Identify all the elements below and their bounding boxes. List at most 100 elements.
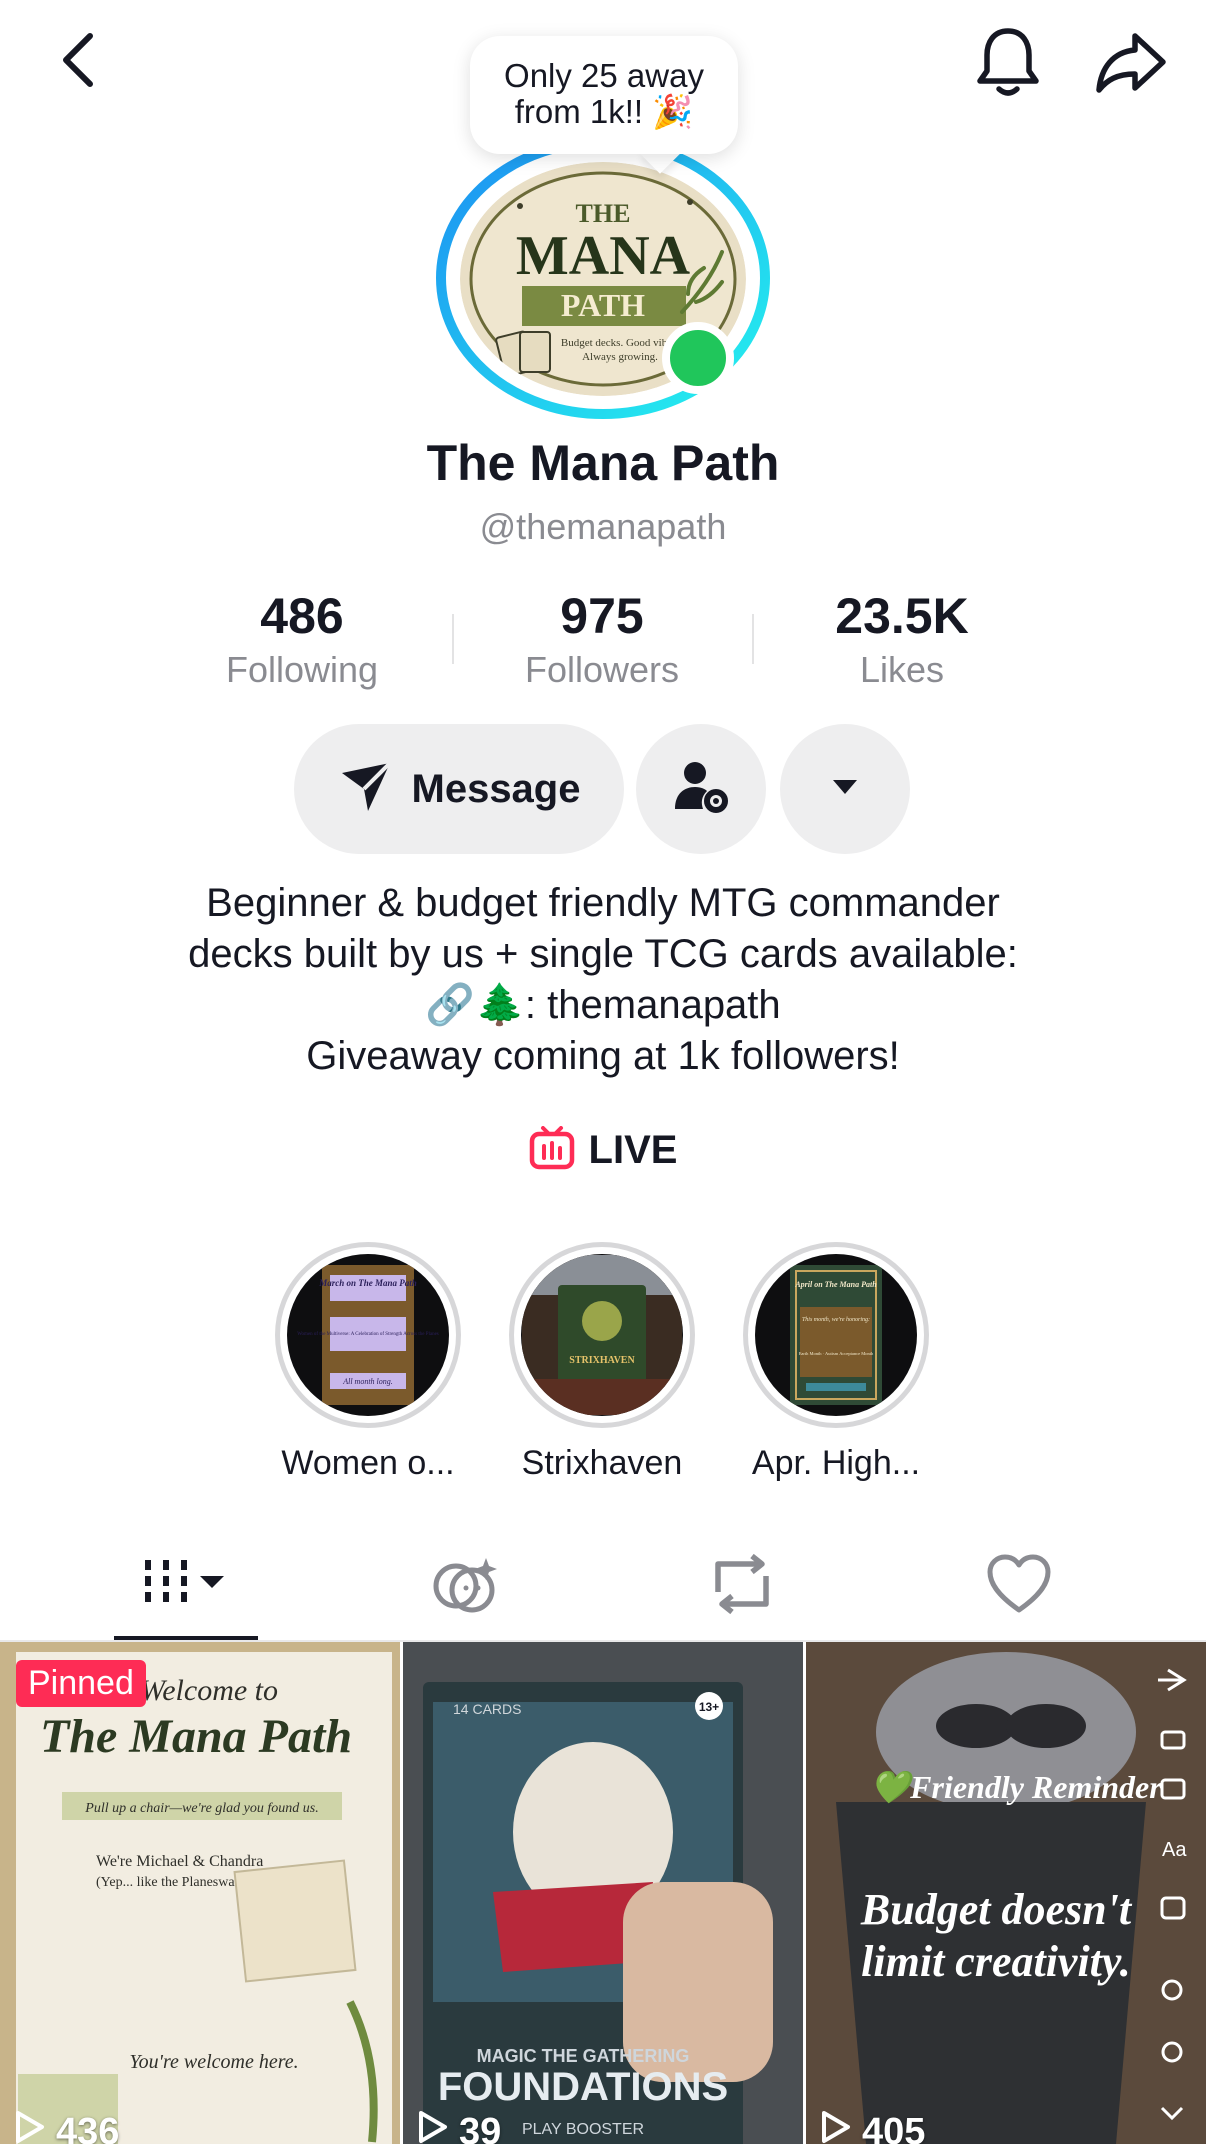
- online-status-dot: [662, 322, 734, 394]
- svg-text:You're welcome here.: You're welcome here.: [129, 2051, 298, 2073]
- svg-text:13+: 13+: [699, 1700, 719, 1714]
- svg-text:THE: THE: [576, 199, 631, 228]
- video-thumbnail: 14 CARDS 13+ MAGIC THE GATHERING FOUNDAT…: [403, 1642, 803, 2144]
- svg-text:limit creativity.: limit creativity.: [861, 1937, 1131, 1986]
- highlight-label: Strixhaven: [521, 1444, 683, 1482]
- message-button[interactable]: Message: [294, 724, 624, 854]
- svg-text:Aa: Aa: [1162, 1839, 1187, 1861]
- bio-line-2: decks built by us + single TCG cards ava…: [188, 932, 1018, 976]
- live-label: LIVE: [588, 1128, 678, 1172]
- repost-icon: [708, 1552, 776, 1621]
- video-thumbnail: Welcome to The Mana Path Pull up a chair…: [0, 1642, 400, 2144]
- sparkle-faces-icon: [430, 1552, 500, 1621]
- stat-label: Likes: [859, 649, 945, 690]
- tab-friends-content[interactable]: [390, 1536, 540, 1636]
- bio-line-3[interactable]: 🔗🌲: themanapath: [0, 980, 1206, 1031]
- profile-stats: 486 Following 975 Followers 23.5K Likes: [0, 586, 1206, 696]
- highlight-label: Apr. High...: [751, 1444, 921, 1482]
- tab-videos[interactable]: [111, 1536, 261, 1636]
- svg-text:MANA: MANA: [516, 225, 691, 287]
- svg-text:Pull up a chair—we're glad you: Pull up a chair—we're glad you found us.: [84, 1801, 318, 1816]
- tooltip-line-2: from 1k!! 🎉: [514, 93, 694, 130]
- play-icon: [820, 2110, 852, 2144]
- highlight-women[interactable]: March on The Mana Path Women of the Mult…: [248, 1242, 488, 1483]
- view-count-value: 436: [56, 2110, 120, 2144]
- svg-text:This month, we're honoring:: This month, we're honoring:: [802, 1317, 870, 1323]
- highlight-cover: March on The Mana Path Women of the Mult…: [275, 1242, 461, 1428]
- svg-text:FOUNDATIONS: FOUNDATIONS: [438, 2065, 728, 2109]
- content-tabs: [0, 1536, 1206, 1642]
- tooltip-line-1: Only 25 away: [504, 57, 704, 94]
- svg-text:PATH: PATH: [561, 287, 645, 323]
- svg-text:Budget doesn't: Budget doesn't: [860, 1885, 1133, 1934]
- stat-label: Followers: [524, 649, 680, 690]
- svg-text:14 CARDS: 14 CARDS: [453, 1701, 521, 1717]
- stat-label: Following: [225, 649, 379, 690]
- video-tile[interactable]: 💚Friendly Reminder Budget doesn't limit …: [806, 1642, 1206, 2144]
- stat-followers[interactable]: 975 Followers: [482, 586, 722, 692]
- profile-actions: Message: [0, 724, 1206, 854]
- pinned-badge: Pinned: [16, 1660, 146, 1707]
- play-icon: [417, 2110, 449, 2144]
- highlight-april[interactable]: April on The Mana Path This month, we're…: [716, 1242, 956, 1483]
- tab-liked[interactable]: [944, 1536, 1094, 1636]
- svg-text:Budget decks. Good vibes.: Budget decks. Good vibes.: [561, 337, 679, 349]
- stat-following[interactable]: 486 Following: [182, 586, 422, 692]
- video-tile[interactable]: 14 CARDS 13+ MAGIC THE GATHERING FOUNDAT…: [403, 1642, 803, 2144]
- profile-name: The Mana Path: [426, 435, 780, 491]
- play-icon: [14, 2110, 46, 2144]
- video-tile[interactable]: Welcome to The Mana Path Pull up a chair…: [0, 1642, 400, 2144]
- bio-line-1: Beginner & budget friendly MTG commander: [206, 881, 1000, 925]
- more-options-button[interactable]: [780, 724, 910, 854]
- profile-avatar[interactable]: THE MANA PATH Budget decks. Good vibes. …: [434, 134, 772, 422]
- highlight-cover-image: March on The Mana Path Women of the Mult…: [297, 1265, 439, 1405]
- stat-divider: [452, 614, 454, 664]
- svg-text:We're Michael & Chandra: We're Michael & Chandra: [96, 1853, 263, 1870]
- svg-text:Earth Month · Autism Acceptanc: Earth Month · Autism Acceptance Month: [799, 1351, 874, 1356]
- stat-value: 975: [560, 588, 644, 644]
- profile-handle: @themanapath: [479, 506, 727, 547]
- bio-line-4: Giveaway coming at 1k followers!: [306, 1034, 900, 1078]
- stat-value: 23.5K: [835, 588, 969, 644]
- caret-down-icon: [830, 777, 860, 802]
- svg-text:The Mana Path: The Mana Path: [40, 1710, 352, 1763]
- svg-text:PLAY BOOSTER: PLAY BOOSTER: [522, 2121, 644, 2138]
- story-highlights: March on The Mana Path Women of the Mult…: [0, 1242, 1206, 1482]
- highlight-strixhaven[interactable]: STRIXHAVEN Strixhaven: [482, 1242, 722, 1483]
- svg-text:Always growing.: Always growing.: [582, 351, 658, 363]
- highlight-cover: STRIXHAVEN: [509, 1242, 695, 1428]
- highlight-cover-image: April on The Mana Path This month, we're…: [790, 1265, 882, 1405]
- share-icon[interactable]: [1086, 20, 1176, 104]
- stat-value: 486: [260, 588, 344, 644]
- tab-reposts[interactable]: [667, 1536, 817, 1636]
- followers-milestone-tooltip: Only 25 away from 1k!! 🎉: [470, 36, 738, 154]
- heart-icon: [986, 1554, 1052, 1619]
- bell-icon[interactable]: [966, 20, 1050, 104]
- live-link[interactable]: LIVE: [0, 1126, 1206, 1175]
- send-icon: [338, 759, 394, 820]
- message-label: Message: [411, 766, 581, 811]
- video-grid-dropdown-icon: [138, 1554, 234, 1619]
- follow-settings-button[interactable]: [636, 724, 766, 854]
- svg-text:Women of the Multiverse: A Cel: Women of the Multiverse: A Celebration o…: [297, 1332, 439, 1337]
- highlight-cover: April on The Mana Path This month, we're…: [743, 1242, 929, 1428]
- svg-text:MAGIC THE GATHERING: MAGIC THE GATHERING: [477, 2046, 690, 2066]
- stat-divider: [752, 614, 754, 664]
- back-icon[interactable]: [40, 22, 116, 98]
- view-count: 405: [820, 2110, 925, 2144]
- svg-text:Welcome to: Welcome to: [140, 1674, 278, 1707]
- view-count-value: 405: [862, 2110, 926, 2144]
- svg-text:All month long.: All month long.: [342, 1377, 393, 1386]
- svg-text:STRIXHAVEN: STRIXHAVEN: [569, 1355, 635, 1366]
- profile-bio: Beginner & budget friendly MTG commander…: [0, 878, 1206, 1082]
- live-tv-icon: [529, 1126, 575, 1175]
- view-count: 436: [14, 2110, 119, 2144]
- svg-text:March on The Mana Path: March on The Mana Path: [318, 1278, 417, 1288]
- svg-text:💚Friendly Reminder: 💚Friendly Reminder: [868, 1769, 1162, 1805]
- highlight-cover-image: STRIXHAVEN: [522, 1255, 682, 1415]
- highlight-label: Women o...: [281, 1444, 455, 1482]
- stat-likes[interactable]: 23.5K Likes: [782, 586, 1022, 692]
- svg-text:April on The Mana Path: April on The Mana Path: [794, 1280, 877, 1289]
- video-thumbnail: 💚Friendly Reminder Budget doesn't limit …: [806, 1642, 1206, 2144]
- view-count-value: 39: [459, 2110, 502, 2144]
